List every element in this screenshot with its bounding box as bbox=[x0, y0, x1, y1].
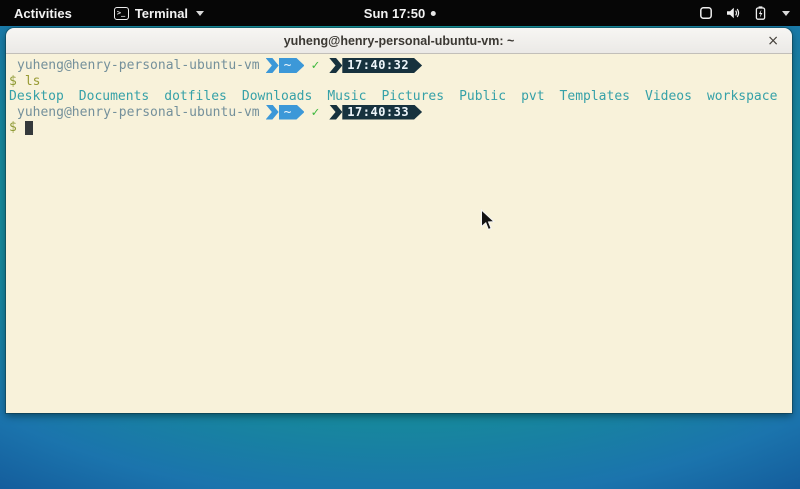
dir-entry: Pictures bbox=[381, 89, 444, 104]
powerline-chevron-icon bbox=[266, 105, 279, 120]
prompt-user-host: yuheng@henry-personal-ubuntu-vm bbox=[17, 105, 260, 120]
app-menu-label: Terminal bbox=[135, 6, 188, 21]
dir-entry: pvt bbox=[521, 89, 544, 104]
dir-entry: workspace bbox=[707, 89, 777, 104]
notification-dot bbox=[431, 11, 436, 16]
prompt-line-2: yuheng@henry-personal-ubuntu-vm ~ ✓ 17:40:3… bbox=[9, 105, 788, 121]
dir-entry: Documents bbox=[79, 89, 149, 104]
dir-entry: dotfiles bbox=[164, 89, 227, 104]
prompt-symbol: $ bbox=[9, 120, 17, 135]
command-text: ls bbox=[25, 74, 41, 89]
prompt-symbol: $ bbox=[9, 74, 17, 89]
window-titlebar[interactable]: yuheng@henry-personal-ubuntu-vm: ~ × bbox=[6, 28, 792, 54]
volume-icon bbox=[726, 6, 741, 20]
terminal-app-icon: >_ bbox=[114, 7, 129, 20]
chevron-down-icon bbox=[196, 11, 204, 16]
terminal-window: yuheng@henry-personal-ubuntu-vm: ~ × yuh… bbox=[6, 28, 792, 413]
prompt-time-segment: 17:40:33 bbox=[342, 105, 422, 120]
dir-entry: Downloads bbox=[242, 89, 312, 104]
prompt-time-segment: 17:40:32 bbox=[342, 58, 422, 73]
dir-entry: Public bbox=[459, 89, 506, 104]
status-check-icon: ✓ bbox=[311, 105, 319, 120]
chevron-down-icon bbox=[782, 11, 790, 16]
dir-entry: Videos bbox=[645, 89, 692, 104]
prompt-line-1: yuheng@henry-personal-ubuntu-vm ~ ✓ 17:40:3… bbox=[9, 58, 788, 74]
prompt-user-host: yuheng@henry-personal-ubuntu-vm bbox=[17, 58, 260, 73]
close-icon[interactable]: × bbox=[767, 34, 779, 48]
display-icon bbox=[699, 6, 713, 20]
window-title: yuheng@henry-personal-ubuntu-vm: ~ bbox=[284, 34, 515, 48]
system-tray[interactable] bbox=[699, 6, 790, 20]
terminal-content[interactable]: yuheng@henry-personal-ubuntu-vm ~ ✓ 17:40:3… bbox=[6, 54, 792, 413]
status-check-icon: ✓ bbox=[311, 58, 319, 73]
dir-entry: Desktop bbox=[9, 89, 64, 104]
text-cursor bbox=[25, 121, 33, 135]
top-bar: Activities >_ Terminal Sun 17:50 bbox=[0, 0, 800, 26]
battery-charging-icon bbox=[754, 6, 767, 20]
input-line[interactable]: $ bbox=[9, 120, 788, 136]
activities-button[interactable]: Activities bbox=[10, 6, 76, 21]
prompt-cwd-segment: ~ bbox=[279, 58, 305, 73]
app-menu-terminal[interactable]: >_ Terminal bbox=[114, 6, 204, 21]
powerline-chevron-icon bbox=[266, 58, 279, 73]
command-line: $ ls bbox=[9, 74, 788, 90]
ls-output-line: Desktop Documents dotfiles Downloads Music Pi… bbox=[9, 89, 788, 105]
powerline-chevron-icon bbox=[329, 58, 342, 73]
powerline-chevron-icon bbox=[329, 105, 342, 120]
dir-entry: Templates bbox=[560, 89, 630, 104]
clock-label: Sun 17:50 bbox=[364, 6, 425, 21]
dir-entry: Music bbox=[327, 89, 366, 104]
clock-button[interactable]: Sun 17:50 bbox=[364, 0, 436, 26]
prompt-cwd-segment: ~ bbox=[279, 105, 305, 120]
